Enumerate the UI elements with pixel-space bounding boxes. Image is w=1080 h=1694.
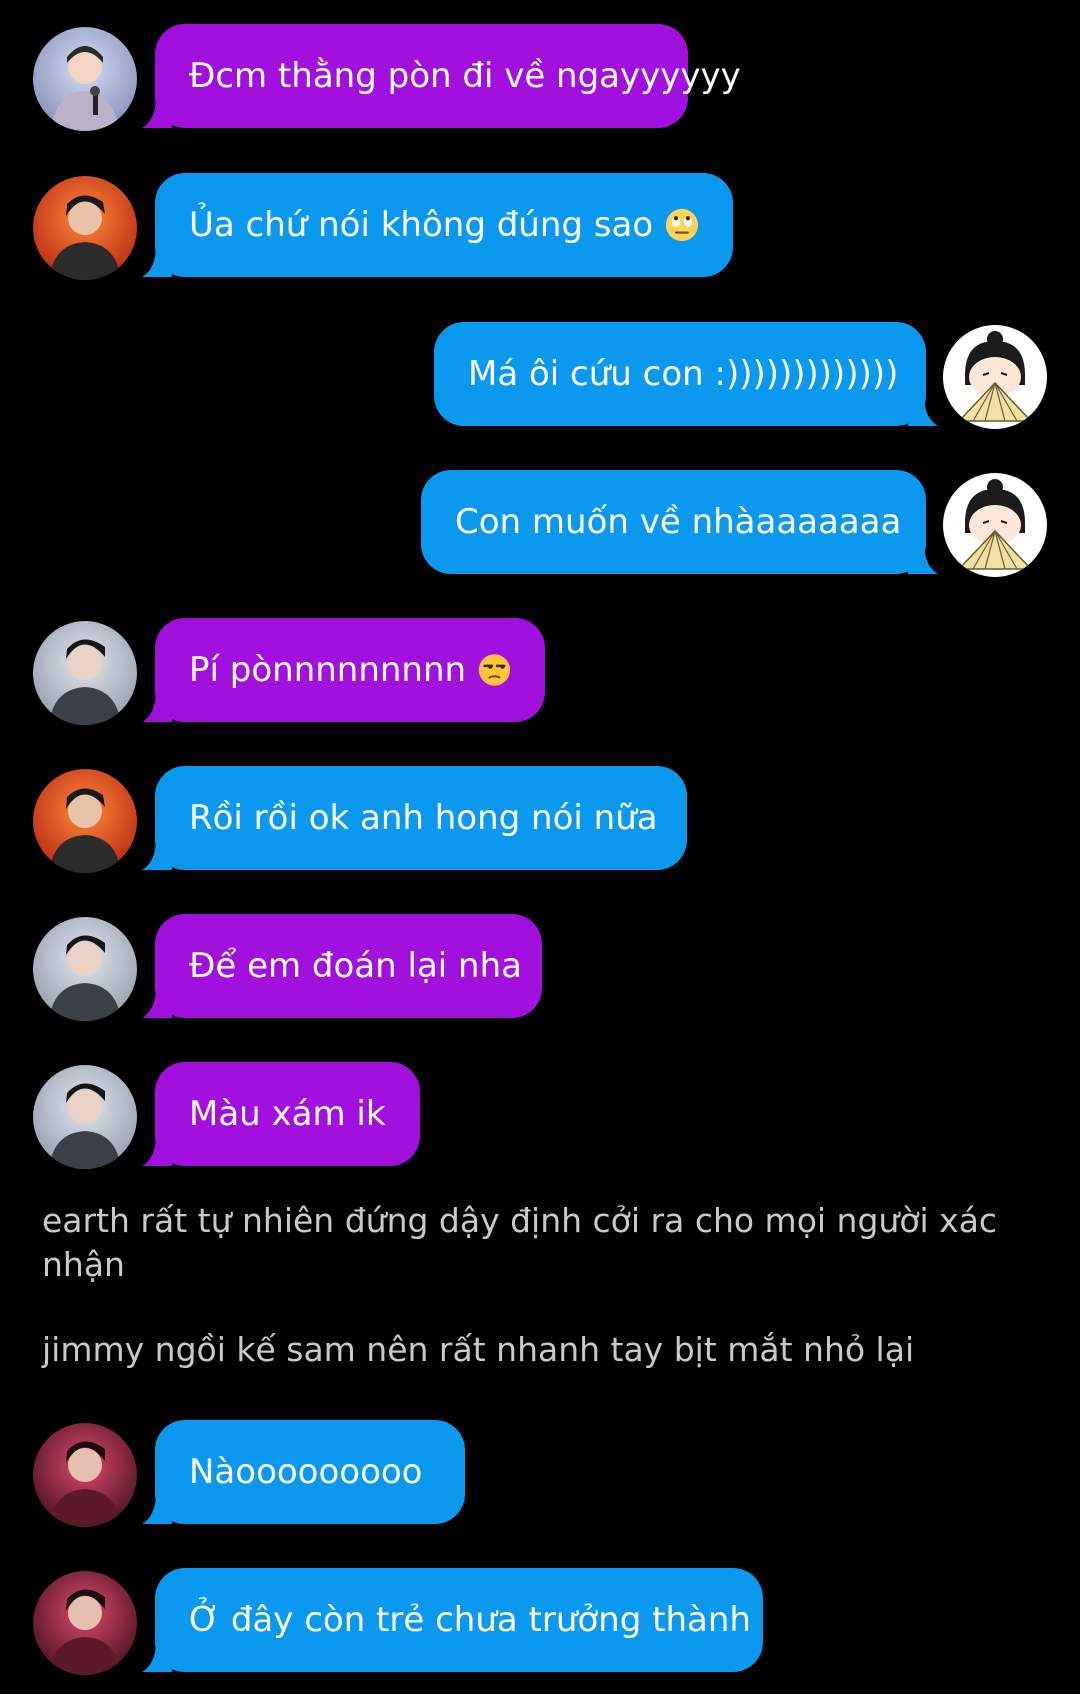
message-bubble[interactable]: Ở đây còn trẻ chưa trưởng thành [155,1568,763,1672]
male-grey-background-avatar[interactable] [33,621,137,725]
message-row: Ở đây còn trẻ chưa trưởng thành [0,1568,1080,1678]
male-singer-avatar[interactable] [33,27,137,131]
message-bubble[interactable]: Má ôi cứu con :))))))))))))) [434,322,926,426]
male-grey-background-avatar[interactable] [33,1065,137,1169]
message-text: Nàooooooooo [189,1452,423,1492]
message-text: Đcm thằng pòn đi về ngayyyyyy [189,56,741,96]
message-row: Pí pònnnnnnnnn [0,618,1080,728]
cartoon-girl-fan-avatar[interactable] [943,473,1047,577]
male-pink-background-avatar[interactable] [33,1571,137,1675]
male-pink-background-avatar[interactable] [33,1423,137,1527]
message-bubble[interactable]: Đcm thằng pòn đi về ngayyyyyy [155,24,741,128]
message-text: Rồi rồi ok anh hong nói nữa [189,798,658,838]
message-row: Rồi rồi ok anh hong nói nữa [0,766,1080,876]
message-row: Đcm thằng pòn đi về ngayyyyyy [0,24,1080,134]
message-row: Màu xám ik [0,1062,1080,1172]
message-row: Ủa chứ nói không đúng sao [0,173,1080,283]
message-bubble[interactable]: Pí pònnnnnnnnn [155,618,545,722]
cartoon-girl-fan-avatar[interactable] [943,325,1047,429]
message-text: Ủa chứ nói không đúng sao [189,205,654,245]
message-text: Ở đây còn trẻ chưa trưởng thành [189,1600,751,1640]
message-row: Nàooooooooo [0,1420,1080,1530]
message-bubble[interactable]: Để em đoán lại nha [155,914,542,1018]
eye-roll-emoji [665,208,699,242]
message-text: Để em đoán lại nha [189,946,522,986]
male-red-background-avatar[interactable] [33,176,137,280]
male-grey-background-avatar[interactable] [33,917,137,1021]
message-bubble[interactable]: Con muốn về nhàaaaaaaa [421,470,926,574]
narration-text: jimmy ngồi kế sam nên rất nhanh tay bịt … [42,1330,915,1369]
message-bubble[interactable]: Nàooooooooo [155,1420,465,1524]
message-text: Màu xám ik [189,1094,386,1134]
narration-text: earth rất tự nhiên đứng dậy định cởi ra … [42,1201,998,1284]
message-text: Con muốn về nhàaaaaaaa [455,502,902,542]
message-row: Con muốn về nhàaaaaaaa [0,470,1080,580]
message-bubble[interactable]: Ủa chứ nói không đúng sao [155,173,733,277]
message-text: Má ôi cứu con :))))))))))))) [468,354,899,394]
message-bubble[interactable]: Màu xám ik [155,1062,420,1166]
male-red-background-avatar[interactable] [33,769,137,873]
unamused-emoji [478,654,511,686]
message-row: Má ôi cứu con :))))))))))))) [0,322,1080,432]
message-text: Pí pònnnnnnnnn [189,650,467,690]
message-row: Để em đoán lại nha [0,914,1080,1024]
message-bubble[interactable]: Rồi rồi ok anh hong nói nữa [155,766,687,870]
